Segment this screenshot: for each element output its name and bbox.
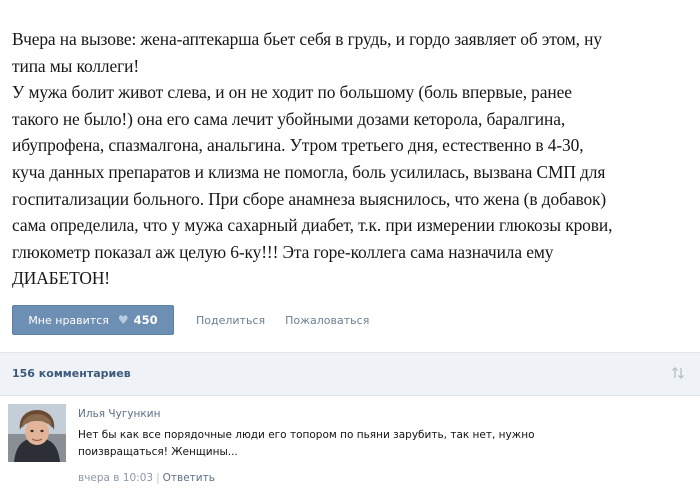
comment-text: Нет бы как все порядочные люди его топор… — [78, 427, 688, 461]
report-link[interactable]: Пожаловаться — [285, 314, 369, 327]
post-line: сама определила, что у мужа сахарный диа… — [12, 215, 613, 236]
meta-divider: | — [156, 472, 160, 484]
comment-line: поизвращаться! Женщины... — [78, 446, 238, 458]
comment-meta: вчера в 10:03 | Ответить — [78, 472, 215, 484]
post-line: У мужа болит живот слева, и он не ходит … — [12, 82, 572, 103]
post-line: госпитализации больного. При сборе анамн… — [12, 188, 607, 209]
avatar-image — [8, 404, 66, 462]
like-label: Мне нравится — [28, 313, 109, 327]
reply-link[interactable]: Ответить — [163, 472, 215, 484]
post-line: такого не было!) она его сама лечит убой… — [12, 108, 566, 129]
post-line: глюкометр показал аж целую 6-ку!!! Эта г… — [12, 241, 554, 262]
post-line: типа мы коллеги! — [12, 55, 140, 76]
post-line: ибупрофена, спазмалгона, анальгина. Утро… — [12, 135, 584, 156]
like-button[interactable]: Мне нравится ♥ 450 — [12, 305, 174, 335]
avatar[interactable] — [8, 404, 66, 462]
post-actions: Мне нравится ♥ 450 Поделиться Пожаловать… — [12, 305, 369, 335]
post-text: Вчера на вызове: жена-аптекарша бьет себ… — [12, 26, 694, 292]
post-line: ДИАБЕТОН! — [12, 268, 110, 289]
share-link[interactable]: Поделиться — [196, 314, 265, 327]
comment-line: Нет бы как все порядочные люди его топор… — [78, 429, 535, 441]
comments-count[interactable]: 156 комментариев — [12, 367, 131, 380]
post-line: куча данных препаратов и клизма не помог… — [12, 161, 606, 182]
heart-icon: ♥ — [117, 313, 129, 327]
comment-time[interactable]: вчера в 10:03 — [78, 472, 153, 484]
comment-author[interactable]: Илья Чугункин — [78, 408, 160, 420]
comments-header: 156 комментариев — [0, 352, 700, 396]
sort-arrows-icon[interactable] — [670, 365, 686, 381]
comment-item: Илья Чугункин Нет бы как все порядочные … — [8, 404, 698, 489]
like-count: 450 — [133, 313, 158, 327]
post-line: Вчера на вызове: жена-аптекарша бьет себ… — [12, 29, 602, 49]
